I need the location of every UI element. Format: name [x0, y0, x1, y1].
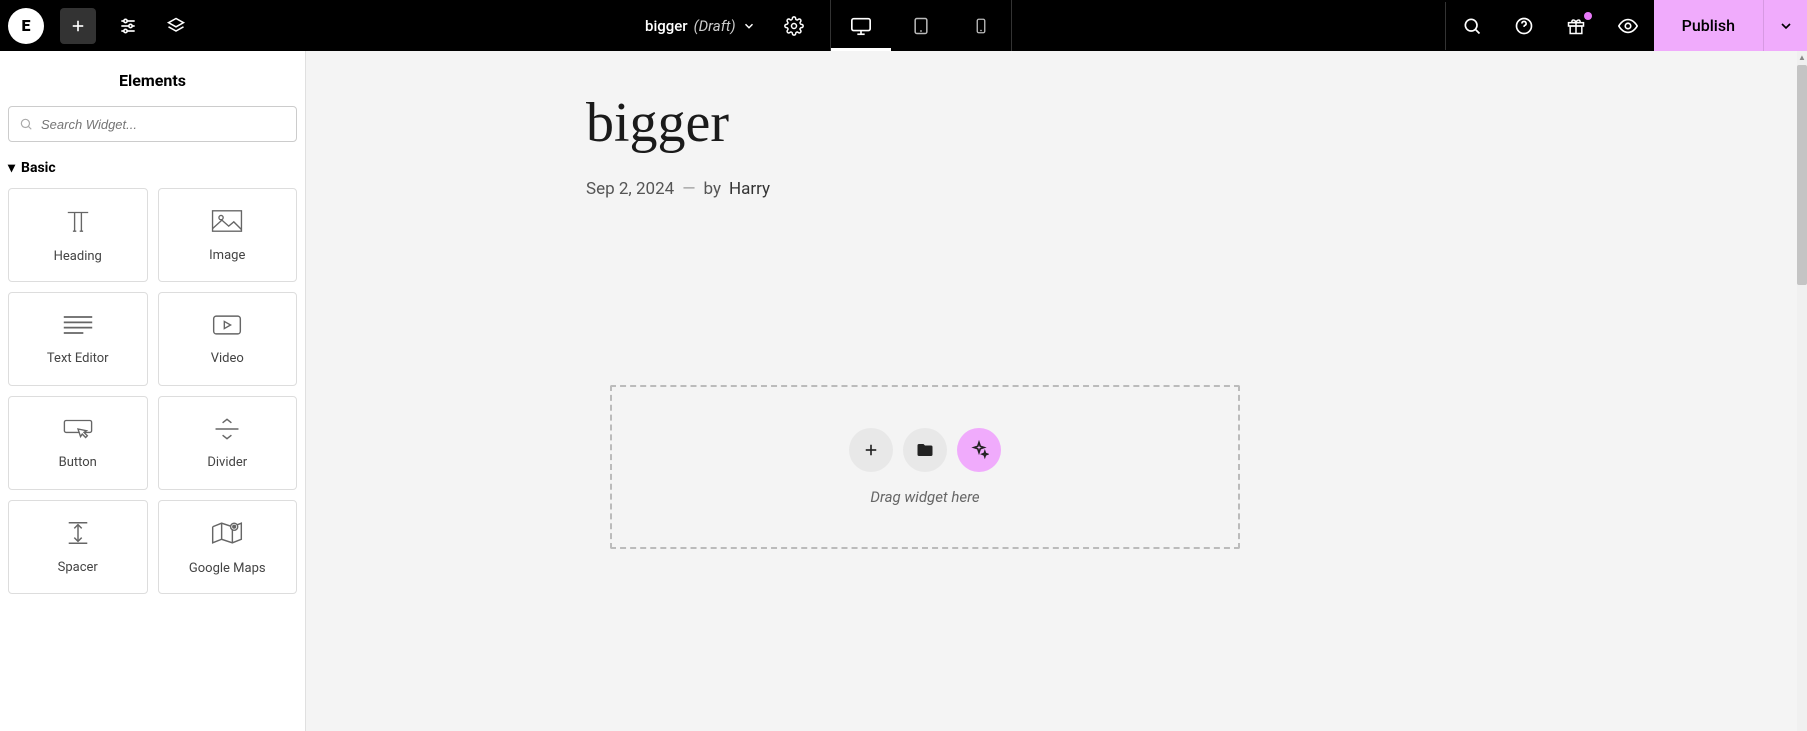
drop-zone-buttons [849, 428, 1001, 472]
widget-label: Heading [54, 249, 102, 264]
plus-icon [862, 441, 880, 459]
search-box[interactable] [8, 106, 297, 142]
widget-label: Spacer [58, 560, 98, 575]
search-icon [19, 117, 33, 131]
map-icon [210, 519, 244, 547]
tablet-icon [911, 16, 931, 36]
topbar-right [1445, 2, 1654, 50]
widget-label: Text Editor [47, 351, 109, 366]
tablet-view-button[interactable] [891, 0, 951, 51]
structure-button[interactable] [152, 2, 200, 50]
widget-label: Image [209, 248, 245, 263]
drop-zone-hint: Drag widget here [870, 488, 979, 506]
publish-options-button[interactable] [1763, 0, 1807, 51]
drop-zone[interactable]: Drag widget here [610, 385, 1240, 549]
scrollbar-thumb[interactable] [1797, 65, 1807, 285]
divider-icon [212, 417, 242, 441]
document-title-dropdown[interactable]: bigger (Draft) [633, 17, 768, 35]
preview-button[interactable] [1602, 2, 1654, 50]
logo-text: E [22, 16, 31, 35]
chevron-down-icon [1778, 18, 1794, 34]
eye-icon [1617, 15, 1639, 37]
widget-label: Video [211, 351, 244, 366]
gear-icon [784, 16, 804, 36]
widget-button[interactable]: Button [8, 396, 148, 490]
category-label: Basic [21, 160, 56, 176]
page-meta: Sep 2, 2024 — by Harry [586, 179, 1206, 199]
top-bar: E bigger (Draft) [0, 0, 1807, 51]
widget-label: Divider [207, 455, 247, 470]
elementor-logo[interactable]: E [8, 8, 44, 44]
folder-icon [916, 441, 934, 459]
desktop-view-button[interactable] [831, 0, 891, 51]
sparkle-icon [969, 440, 989, 460]
elements-panel: Elements ▾ Basic Heading Image Text E [0, 51, 306, 731]
document-name: bigger [645, 17, 688, 35]
widget-spacer[interactable]: Spacer [8, 500, 148, 594]
desktop-icon [850, 15, 872, 37]
widget-label: Button [59, 455, 97, 470]
add-template-button[interactable] [903, 428, 947, 472]
chevron-down-icon [742, 19, 756, 33]
post-date: Sep 2, 2024 [586, 179, 674, 199]
image-icon [210, 208, 244, 234]
scroll-up-arrow[interactable]: ▲ [1797, 51, 1807, 63]
publish-label: Publish [1682, 16, 1735, 35]
editor-canvas[interactable]: bigger Sep 2, 2024 — by Harry Drag widge… [306, 51, 1797, 731]
ai-button[interactable] [957, 428, 1001, 472]
widget-text-editor[interactable]: Text Editor [8, 292, 148, 386]
sliders-icon [118, 16, 138, 36]
heading-icon [61, 207, 95, 235]
video-icon [211, 313, 243, 337]
responsive-device-group [830, 0, 1012, 51]
widgets-grid: Heading Image Text Editor Video Button [0, 188, 305, 594]
scrollbar-track[interactable]: ▲ [1797, 51, 1807, 731]
search-icon [1462, 16, 1482, 36]
topbar-center: bigger (Draft) [633, 0, 1012, 51]
page-content: bigger Sep 2, 2024 — by Harry [306, 51, 1206, 199]
add-element-button[interactable] [60, 8, 96, 44]
add-section-button[interactable] [849, 428, 893, 472]
by-label: by [704, 179, 722, 199]
page-title: bigger [586, 91, 1206, 155]
panel-title: Elements [0, 51, 305, 106]
publish-button[interactable]: Publish [1654, 0, 1763, 51]
search-wrap [0, 106, 305, 156]
mobile-view-button[interactable] [951, 0, 1011, 51]
widget-divider[interactable]: Divider [158, 396, 298, 490]
category-basic-header[interactable]: ▾ Basic [0, 156, 305, 188]
whats-new-button[interactable] [1550, 2, 1602, 50]
text-editor-icon [62, 313, 94, 337]
widget-image[interactable]: Image [158, 188, 298, 282]
site-settings-button[interactable] [104, 2, 152, 50]
finder-button[interactable] [1446, 2, 1498, 50]
document-status: (Draft) [694, 17, 736, 35]
post-author[interactable]: Harry [729, 179, 770, 199]
button-icon [61, 417, 95, 441]
caret-down-icon: ▾ [8, 160, 15, 176]
widget-video[interactable]: Video [158, 292, 298, 386]
widget-google-maps[interactable]: Google Maps [158, 500, 298, 594]
spacer-icon [65, 520, 91, 546]
gift-icon [1566, 16, 1586, 36]
plus-icon [69, 17, 87, 35]
notification-dot [1584, 12, 1592, 20]
search-input[interactable] [41, 117, 286, 132]
page-settings-button[interactable] [770, 2, 818, 50]
mobile-icon [972, 17, 990, 35]
widget-label: Google Maps [189, 561, 266, 576]
meta-separator: — [682, 179, 695, 199]
layers-icon [166, 16, 186, 36]
help-icon [1514, 16, 1534, 36]
topbar-left: E [0, 2, 200, 50]
widget-heading[interactable]: Heading [8, 188, 148, 282]
help-button[interactable] [1498, 2, 1550, 50]
